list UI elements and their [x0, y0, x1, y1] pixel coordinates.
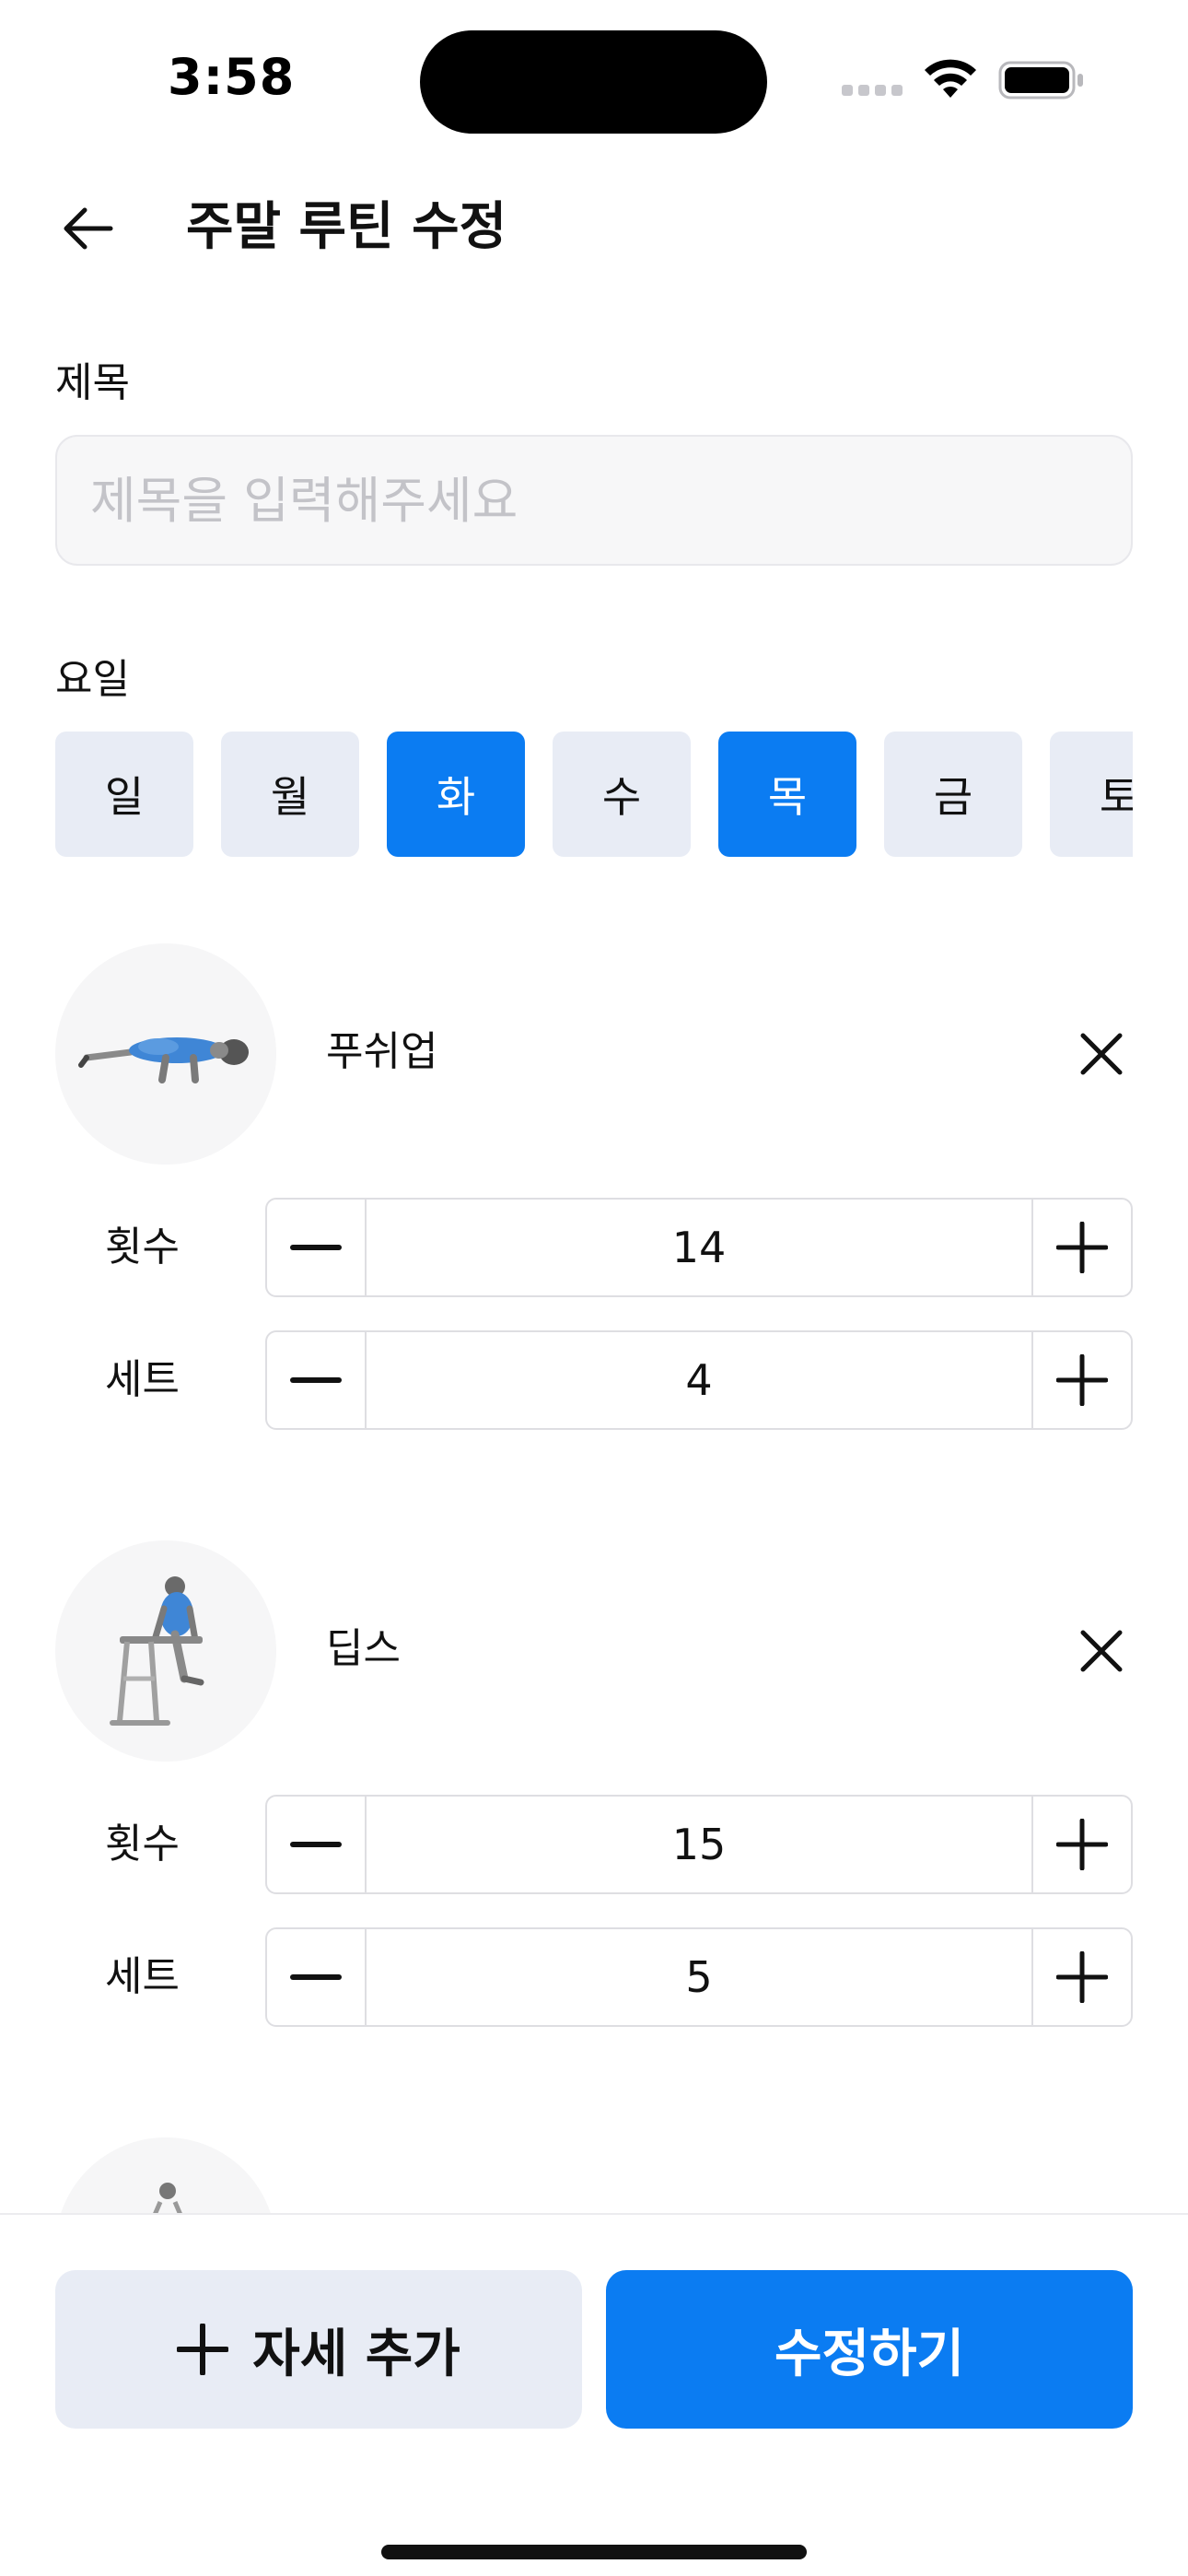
day-thursday[interactable]: 목: [718, 732, 856, 857]
routine-edit-screen: 3:58 주말 루틴 수정 제목 요일 일 월 화 수 목 금 토: [0, 0, 1188, 2576]
remove-exercise-button[interactable]: [1068, 1021, 1135, 1087]
dips-illustration: [110, 1576, 204, 1726]
submit-edit-label: 수정하기: [774, 2324, 965, 2384]
plus-icon: [177, 2324, 229, 2375]
decrement-button[interactable]: [267, 1332, 367, 1428]
minus-icon: [290, 1245, 342, 1250]
remove-exercise-button[interactable]: [1068, 1618, 1135, 1684]
plus-icon: [1056, 1819, 1108, 1870]
day-selector: 일 월 화 수 목 금 토: [55, 732, 1133, 857]
add-exercise-label: 자세 추가: [252, 2324, 460, 2384]
home-indicator: [381, 2545, 807, 2559]
increment-button[interactable]: [1031, 1332, 1131, 1428]
minus-icon: [290, 1842, 342, 1847]
decrement-button[interactable]: [267, 1929, 367, 2025]
sets-label: 세트: [105, 1953, 180, 2000]
close-icon: [1080, 1630, 1123, 1672]
status-time: 3:58: [168, 48, 296, 106]
title-label: 제목: [55, 359, 130, 406]
plus-icon: [1056, 1354, 1108, 1406]
wifi-icon: [925, 59, 976, 98]
close-icon: [1080, 1033, 1123, 1075]
sets-label: 세트: [105, 1356, 180, 1403]
day-saturday[interactable]: 토: [1050, 732, 1133, 857]
minus-icon: [290, 1377, 342, 1383]
minus-icon: [290, 1974, 342, 1980]
day-friday[interactable]: 금: [884, 732, 1022, 857]
reps-stepper: 14: [265, 1198, 1133, 1297]
back-button[interactable]: [52, 195, 125, 262]
bottom-action-bar: 자세 추가 수정하기: [0, 2213, 1188, 2576]
page-title: 주말 루틴 수정: [186, 197, 507, 257]
increment-button[interactable]: [1031, 1797, 1131, 1892]
title-input[interactable]: [55, 435, 1133, 566]
pushup-illustration: [78, 1037, 249, 1083]
sets-value[interactable]: 5: [367, 1929, 1031, 2025]
sets-stepper: 5: [265, 1927, 1133, 2027]
reps-value[interactable]: 14: [367, 1200, 1031, 1295]
dynamic-island: [420, 30, 767, 134]
plus-icon: [1056, 1951, 1108, 2003]
sets-stepper: 4: [265, 1330, 1133, 1430]
reps-label: 횟수: [105, 1224, 180, 1270]
day-wednesday[interactable]: 수: [553, 732, 691, 857]
days-label: 요일: [55, 656, 130, 703]
plus-icon: [1056, 1222, 1108, 1273]
exercise-name: 딥스: [326, 1625, 401, 1672]
decrement-button[interactable]: [267, 1797, 367, 1892]
submit-edit-button[interactable]: 수정하기: [606, 2270, 1133, 2429]
exercise-thumbnail-pushup: [55, 943, 276, 1165]
exercise-thumbnail-dips: [55, 1540, 276, 1762]
cellular-signal-icon: [842, 85, 904, 98]
reps-value[interactable]: 15: [367, 1797, 1031, 1892]
sets-value[interactable]: 4: [367, 1332, 1031, 1428]
day-monday[interactable]: 월: [221, 732, 359, 857]
day-sunday[interactable]: 일: [55, 732, 193, 857]
decrement-button[interactable]: [267, 1200, 367, 1295]
increment-button[interactable]: [1031, 1929, 1131, 2025]
exercise-name: 푸쉬업: [326, 1028, 438, 1075]
add-exercise-button[interactable]: 자세 추가: [55, 2270, 582, 2429]
battery-icon: [998, 61, 1083, 100]
arrow-left-icon: [64, 207, 113, 250]
increment-button[interactable]: [1031, 1200, 1131, 1295]
reps-stepper: 15: [265, 1795, 1133, 1894]
day-tuesday[interactable]: 화: [387, 732, 525, 857]
reps-label: 횟수: [105, 1821, 180, 1868]
